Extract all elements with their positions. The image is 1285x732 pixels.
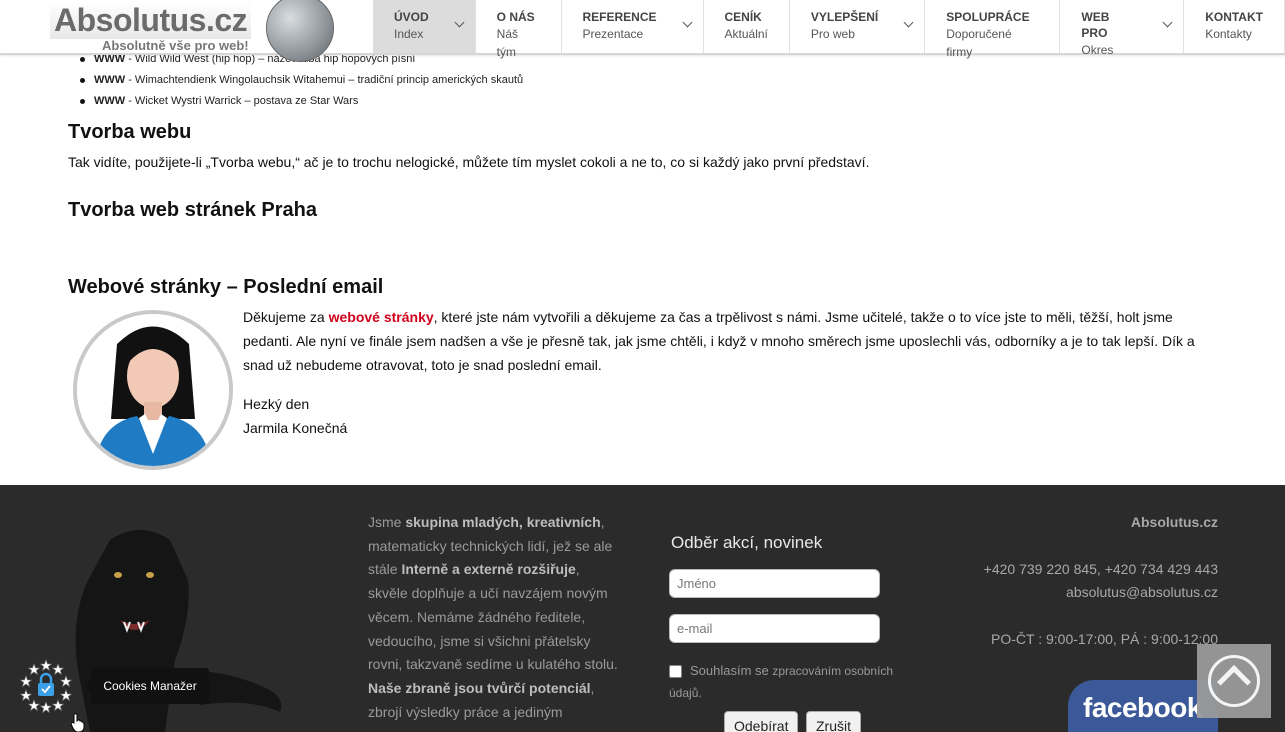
nav-title: CENÍK — [724, 10, 762, 24]
nav-subtitle: Pro web — [810, 27, 855, 41]
nav-title: SPOLUPRÁCE — [946, 10, 1030, 24]
nav-subtitle: Index — [394, 27, 424, 41]
email-greeting: Hezký den — [243, 396, 310, 412]
site-logo[interactable]: Absolutus.cz Absolutně vše pro web! — [48, 0, 348, 62]
nav-title: WEB PRO — [1081, 10, 1110, 40]
cancel-button[interactable]: Zrušit — [806, 711, 861, 732]
consent-checkbox[interactable] — [669, 665, 682, 679]
avatar — [73, 310, 233, 470]
nav-subtitle: Okres — [1081, 43, 1114, 57]
nav-item-2[interactable]: REFERENCE Prezentace — [562, 0, 704, 53]
nav-title: ÚVOD — [394, 10, 429, 24]
consent-small: zpracováním osobních — [772, 664, 894, 678]
about-b3: Naše zbraně jsou tvůrčí potenciál — [368, 679, 591, 696]
globe-icon — [266, 0, 334, 62]
list-item-strong: WWW — [94, 74, 126, 86]
nav-item-6[interactable]: WEB PRO Okres — [1060, 0, 1185, 57]
nav-item-0[interactable]: ÚVOD Index — [373, 0, 476, 53]
about-b1: skupina mladých, kreativních — [405, 514, 601, 530]
chevron-down-icon — [903, 17, 914, 28]
contact-hours: PO-ČT : 9:00-17:00, PÁ : 9:00-12:00 — [991, 631, 1218, 647]
list-item-strong: WWW — [94, 95, 126, 107]
nav-item-5[interactable]: SPOLUPRÁCE Doporučené firmy — [925, 0, 1061, 59]
nav-title: REFERENCE — [582, 10, 657, 24]
newsletter-title: Odběr akcí, novinek — [671, 533, 823, 552]
consent-tail: údajů. — [669, 686, 702, 700]
email-intro: Děkujeme za — [243, 309, 329, 325]
cookie-lock-icon[interactable] — [18, 658, 74, 714]
email-body: Děkujeme za webové stránky, které jste n… — [243, 305, 1213, 440]
chevron-down-icon — [454, 17, 465, 28]
facebook-link[interactable]: facebook — [1068, 680, 1218, 732]
woman-avatar-icon — [77, 314, 229, 466]
nav-title: VYLEPŠENÍ — [810, 10, 879, 24]
nav-subtitle: Doporučené firmy — [946, 27, 1012, 59]
list-item-text: - Wimachtendienk Wingolauchsik Witahemui… — [125, 74, 524, 86]
back-to-top-button[interactable] — [1197, 644, 1271, 718]
consent-label: Souhlasím se — [690, 663, 773, 678]
nav-subtitle: Prezentace — [582, 27, 644, 41]
subscribe-button[interactable]: Odebírat — [724, 711, 799, 732]
cookies-manager-tooltip: Cookies Manažer — [85, 668, 209, 704]
about-p1: Jsme — [368, 514, 406, 530]
nav-subtitle: Aktuální — [724, 27, 768, 41]
nav-title: O NÁS — [496, 10, 535, 24]
nav-item-3[interactable]: CENÍK Aktuální — [704, 0, 790, 53]
nav-item-1[interactable]: O NÁS Náš tým — [476, 0, 562, 59]
contact-block: Absolutus.cz +420 739 220 845, +420 734 … — [984, 511, 1218, 651]
main-nav: ÚVOD Index O NÁS Náš tým REFERENCE Prezentace… — [373, 0, 1285, 59]
heading-praha: Tvorba web stránek Praha — [68, 199, 317, 221]
newsletter-name-input[interactable] — [669, 569, 880, 598]
nav-title: KONTAKT — [1205, 10, 1263, 24]
contact-email[interactable]: absolutus@absolutus.cz — [984, 581, 1218, 604]
nav-item-4[interactable]: VYLEPŠENÍ Pro web — [790, 0, 926, 53]
nav-subtitle: Náš tým — [496, 27, 519, 59]
list-item: WWW - Wicket Wystri Warrick – postava ze… — [80, 91, 523, 112]
hand-cursor-icon — [71, 713, 85, 732]
email-signature: Jarmila Konečná — [243, 420, 348, 436]
heading-tvorba-webu: Tvorba webu — [68, 121, 192, 143]
email-paragraph: Děkujeme za webové stránky, které jste n… — [243, 305, 1213, 377]
heading-email: Webové stránky – Poslední email — [68, 276, 384, 298]
list-item: WWW - Wimachtendienk Wingolauchsik Witah… — [80, 70, 523, 91]
chevron-down-icon — [682, 17, 692, 28]
nav-item-7[interactable]: KONTAKT Kontakty — [1184, 0, 1285, 53]
logo-tagline: Absolutně vše pro web! — [102, 38, 249, 53]
newsletter-email-input[interactable] — [669, 614, 880, 643]
tvorba-webu-text: Tak vidíte, použijete-li „Tvorba webu,“ … — [68, 154, 870, 170]
consent-row: Souhlasím se zpracováním osobních údajů. — [669, 660, 929, 704]
contact-phones[interactable]: +420 739 220 845, +420 734 429 443 — [984, 558, 1218, 581]
about-b2: Interně a externě rozšiřuje — [401, 561, 576, 578]
webove-stranky-link[interactable]: webové stránky — [329, 309, 434, 325]
about-text: Jsme skupina mladých, kreativních, matem… — [368, 511, 623, 724]
site-header: Absolutus.cz Absolutně vše pro web! ÚVOD… — [0, 0, 1285, 62]
about-p3: , skvěle doplňuje a učí navzájem novým v… — [368, 561, 618, 673]
nav-subtitle: Kontakty — [1205, 27, 1252, 41]
contact-brand: Absolutus.cz — [1130, 514, 1218, 530]
logo-name: Absolutus.cz — [50, 2, 252, 39]
list-item-text: - Wicket Wystri Warrick – postava ze Sta… — [125, 95, 359, 107]
chevron-down-icon — [1162, 17, 1173, 28]
